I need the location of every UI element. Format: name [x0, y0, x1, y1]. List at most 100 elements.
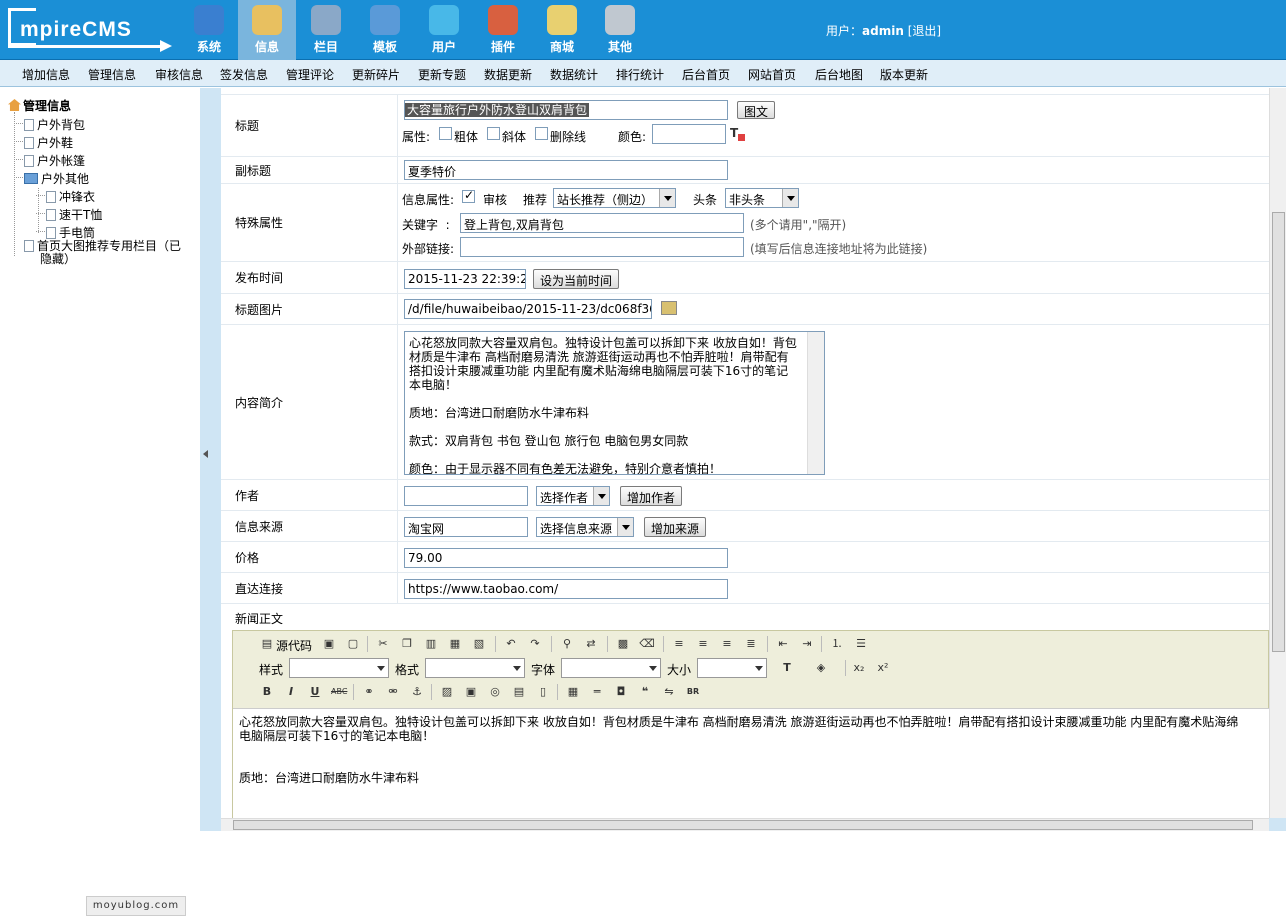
italic-checkbox[interactable] [487, 127, 500, 140]
file-upload-icon[interactable]: ▤ [511, 684, 527, 700]
font-select[interactable] [561, 658, 661, 678]
strike-checkbox[interactable] [535, 127, 548, 140]
panel-splitter[interactable] [200, 88, 212, 831]
tree-item-homepage-banner[interactable]: 首页大图推荐专用栏目（已 隐藏） [24, 240, 181, 266]
horizontal-scroll-thumb[interactable] [233, 820, 1253, 830]
paste-icon[interactable]: ▥ [423, 636, 439, 652]
author-input[interactable] [404, 486, 528, 506]
nav-notepad-edit[interactable]: 信息 [238, 0, 296, 60]
flash-icon[interactable]: ◎ [487, 684, 503, 700]
menu-item-9[interactable]: 排行统计 [616, 66, 664, 83]
nav-credit-card[interactable]: 商城 [533, 0, 591, 60]
indent-icon[interactable]: ⇥ [799, 636, 815, 652]
menu-item-8[interactable]: 数据统计 [550, 66, 598, 83]
editor-content[interactable]: 心花怒放同款大容量双肩包。独特设计包盖可以拆卸下来 收放自如！背包材质是牛津布 … [233, 708, 1269, 818]
bold-checkbox[interactable] [439, 127, 452, 140]
nav-tools[interactable]: 插件 [474, 0, 532, 60]
select-all-icon[interactable]: ▩ [615, 636, 631, 652]
title-input[interactable]: 大容量旅行户外防水登山双肩背包 [405, 103, 590, 117]
subscript-icon[interactable]: x₂ [851, 660, 867, 676]
menu-item-13[interactable]: 版本更新 [880, 66, 928, 83]
nav-window-template[interactable]: 模板 [356, 0, 414, 60]
text-color-icon[interactable]: T [779, 660, 795, 676]
remove-format-icon[interactable]: ⌫ [639, 636, 655, 652]
color-picker-icon[interactable]: T [730, 126, 746, 141]
page-icon[interactable]: ▯ [535, 684, 551, 700]
source-select[interactable]: 选择信息来源 [536, 517, 634, 537]
nav-folder[interactable]: 栏目 [297, 0, 355, 60]
empirecms-logo[interactable]: mpireCMS [8, 8, 174, 52]
audit-checkbox[interactable] [462, 188, 475, 203]
align-left-icon[interactable]: ≡ [671, 636, 687, 652]
paste-text-icon[interactable]: ▦ [447, 636, 463, 652]
image-icon[interactable]: ▨ [439, 684, 455, 700]
line-break-icon[interactable]: BR [685, 684, 701, 700]
pic-text-button[interactable]: 图文 [737, 101, 775, 119]
unlink-icon[interactable]: ⚮ [385, 684, 401, 700]
paste-word-icon[interactable]: ▧ [471, 636, 487, 652]
strikethrough-icon[interactable]: ABC [331, 684, 347, 700]
tree-item-4[interactable]: 冲锋衣 [46, 188, 95, 205]
special-char-icon[interactable]: ◘ [613, 684, 629, 700]
menu-item-12[interactable]: 后台地图 [815, 66, 863, 83]
cut-icon[interactable]: ✂ [375, 636, 391, 652]
menu-item-10[interactable]: 后台首页 [682, 66, 730, 83]
nav-user[interactable]: 用户 [415, 0, 473, 60]
menu-item-4[interactable]: 管理评论 [286, 66, 334, 83]
logout-link[interactable]: [退出] [908, 24, 941, 38]
source-code-button[interactable]: 源代码 [276, 637, 312, 654]
replace-icon[interactable]: ⇄ [583, 636, 599, 652]
add-author-button[interactable]: 增加作者 [620, 486, 682, 506]
anchor-icon[interactable]: ⚓ [409, 684, 425, 700]
tree-item-5[interactable]: 速干T恤 [46, 206, 102, 223]
source-code-icon[interactable]: ▤ [259, 636, 275, 652]
recommend-select[interactable]: 站长推荐（侧边） [553, 188, 676, 208]
titlepic-input[interactable]: /d/file/huwaibeibao/2015-11-23/dc068f367… [404, 299, 652, 319]
redo-icon[interactable]: ↷ [527, 636, 543, 652]
size-select[interactable] [697, 658, 767, 678]
main-horizontal-scrollbar[interactable] [221, 818, 1269, 831]
underline-icon[interactable]: U [307, 684, 323, 700]
tree-item-3[interactable]: 户外其他 [24, 170, 89, 187]
keyword-input[interactable]: 登上背包,双肩背包 [460, 213, 744, 233]
subtitle-input[interactable]: 夏季特价 [404, 160, 728, 180]
nav-gear[interactable]: 其他 [591, 0, 649, 60]
style-select[interactable] [289, 658, 389, 678]
author-select[interactable]: 选择作者 [536, 486, 610, 506]
nav-globe[interactable]: 系统 [180, 0, 238, 60]
italic-icon[interactable]: I [283, 684, 299, 700]
find-icon[interactable]: ⚲ [559, 636, 575, 652]
align-right-icon[interactable]: ≡ [719, 636, 735, 652]
set-now-button[interactable]: 设为当前时间 [533, 269, 619, 289]
format-select[interactable] [425, 658, 525, 678]
tree-item-1[interactable]: 户外鞋 [24, 134, 73, 151]
link-input[interactable]: https://www.taobao.com/ [404, 579, 728, 599]
bg-color-icon[interactable]: ◈ [813, 660, 829, 676]
menu-item-6[interactable]: 更新专题 [418, 66, 466, 83]
intro-textarea[interactable]: 心花怒放同款大容量双肩包。独特设计包盖可以拆卸下来 收放自如！背包材质是牛津布 … [404, 331, 825, 475]
collapse-arrow-icon[interactable] [203, 450, 208, 458]
bullet-list-icon[interactable]: ☰ [853, 636, 869, 652]
source-input[interactable]: 淘宝网 [404, 517, 528, 537]
table-icon[interactable]: ▦ [565, 684, 581, 700]
intro-scrollbar[interactable] [807, 332, 824, 474]
outdent-icon[interactable]: ⇤ [775, 636, 791, 652]
tree-root[interactable]: 管理信息 [8, 97, 71, 114]
image-picker-icon[interactable] [661, 301, 677, 315]
ordered-list-icon[interactable]: ⒈ [829, 636, 845, 652]
tree-item-2[interactable]: 户外帐篷 [24, 152, 85, 169]
copy-icon[interactable]: ❐ [399, 636, 415, 652]
tree-item-0[interactable]: 户外背包 [24, 116, 85, 133]
superscript-icon[interactable]: x² [875, 660, 891, 676]
price-input[interactable]: 79.00 [404, 548, 728, 568]
justify-icon[interactable]: ≣ [743, 636, 759, 652]
menu-item-5[interactable]: 更新碎片 [352, 66, 400, 83]
menu-item-3[interactable]: 签发信息 [220, 66, 268, 83]
vertical-scroll-thumb[interactable] [1272, 212, 1285, 652]
menu-item-1[interactable]: 管理信息 [88, 66, 136, 83]
main-vertical-scrollbar[interactable] [1269, 88, 1286, 818]
menu-item-2[interactable]: 审核信息 [155, 66, 203, 83]
menu-item-0[interactable]: 增加信息 [22, 66, 70, 83]
horizontal-rule-icon[interactable]: ═ [589, 684, 605, 700]
save-icon[interactable]: ▣ [321, 636, 337, 652]
